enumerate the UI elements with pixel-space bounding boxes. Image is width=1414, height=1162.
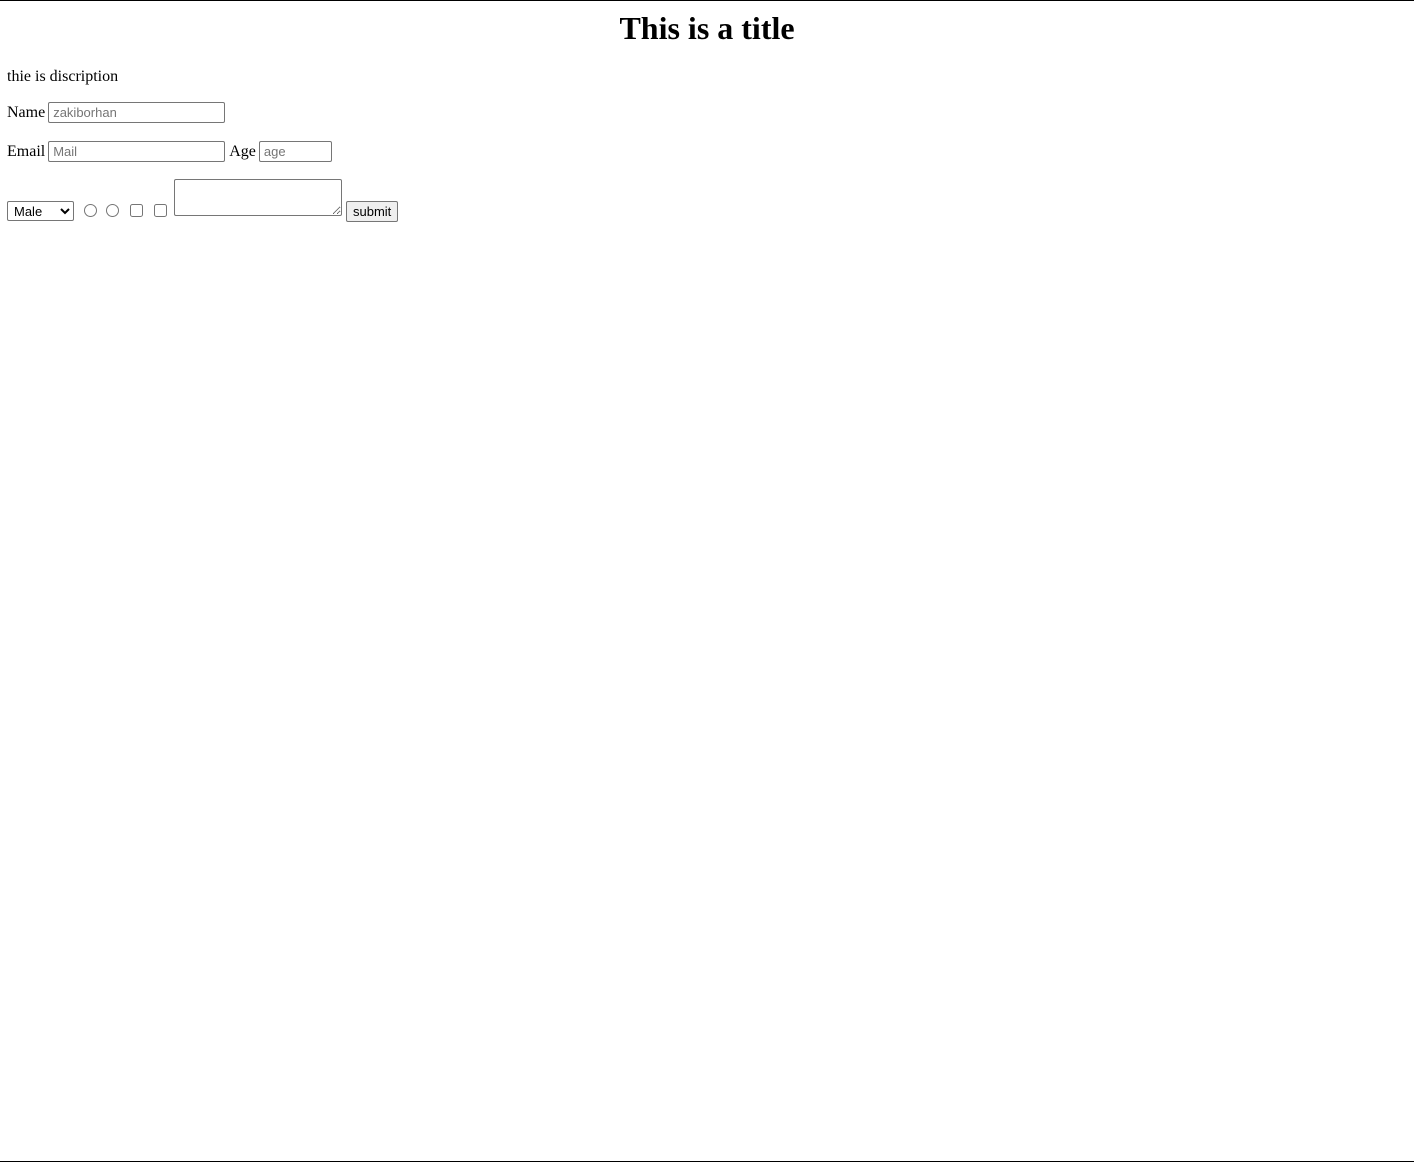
checkbox-option-1[interactable] (130, 204, 143, 217)
submit-button[interactable]: submit (346, 201, 399, 222)
email-input[interactable] (48, 140, 226, 162)
page-title: This is a title (619, 10, 795, 46)
page-description: thie is discription (7, 68, 119, 85)
email-label: Email (7, 142, 46, 160)
message-textarea[interactable] (174, 179, 342, 216)
age-input[interactable] (258, 140, 332, 162)
controls-row: Male submit (7, 179, 399, 223)
checkbox-option-2[interactable] (154, 204, 167, 217)
radio-option-2[interactable] (106, 204, 119, 217)
name-input[interactable] (48, 101, 226, 123)
age-label: Age (229, 142, 256, 160)
gender-select[interactable]: Male (7, 201, 74, 221)
radio-option-1[interactable] (84, 204, 97, 217)
name-label: Name (7, 103, 46, 121)
email-age-row: Email Age (7, 140, 332, 162)
name-row: Name (7, 101, 226, 123)
